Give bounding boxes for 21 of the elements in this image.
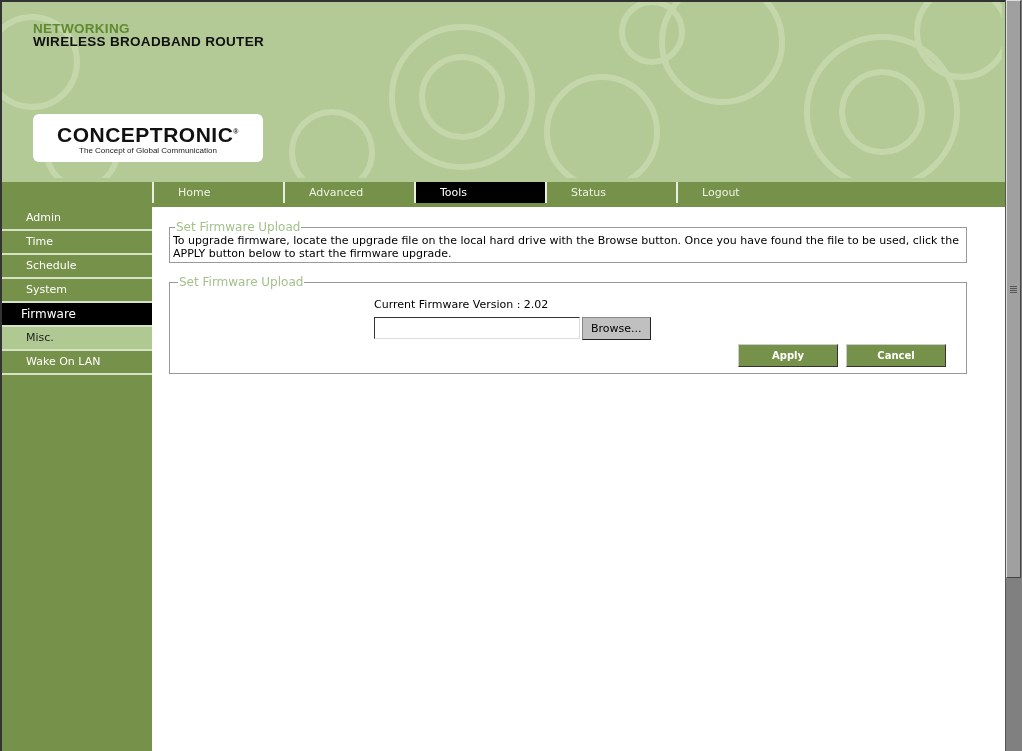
section-legend: Set Firmware Upload — [178, 275, 305, 289]
file-path-field[interactable] — [374, 317, 580, 339]
section-legend: Set Firmware Upload — [175, 220, 302, 234]
logo-wordmark: CONCEPTRONIC$^{®}$ — [57, 122, 239, 146]
apply-button[interactable]: Apply — [738, 344, 838, 367]
nav-tab[interactable]: Home — [152, 182, 283, 203]
nav-tab[interactable]: Logout — [676, 182, 807, 203]
instructions-text: To upgrade firmware, locate the upgrade file on the local hard drive with the Browse button. Once you have found the file to be used, click the APPLY button below to start the firmware upgrade. — [173, 234, 960, 260]
sidebar-item[interactable]: Firmware — [2, 303, 152, 327]
scrollbar-thumb[interactable] — [1006, 0, 1021, 578]
sidebar-item[interactable]: Misc. — [2, 327, 152, 351]
cancel-button[interactable]: Cancel — [846, 344, 946, 367]
browse-button[interactable]: Browse... — [582, 317, 651, 340]
header-title: WIRELESS BROADBAND ROUTER — [33, 35, 264, 48]
header-subtitle: NETWORKING — [33, 22, 130, 35]
nav-tab[interactable]: Status — [545, 182, 676, 203]
firmware-version-label: Current Firmware Version : 2.02 — [374, 298, 550, 311]
grip-icon — [1010, 285, 1017, 293]
nav-tab[interactable]: Tools — [414, 182, 545, 203]
scrollbar[interactable] — [1005, 0, 1022, 751]
logo-tagline: The Concept of Global Communication — [79, 146, 217, 155]
